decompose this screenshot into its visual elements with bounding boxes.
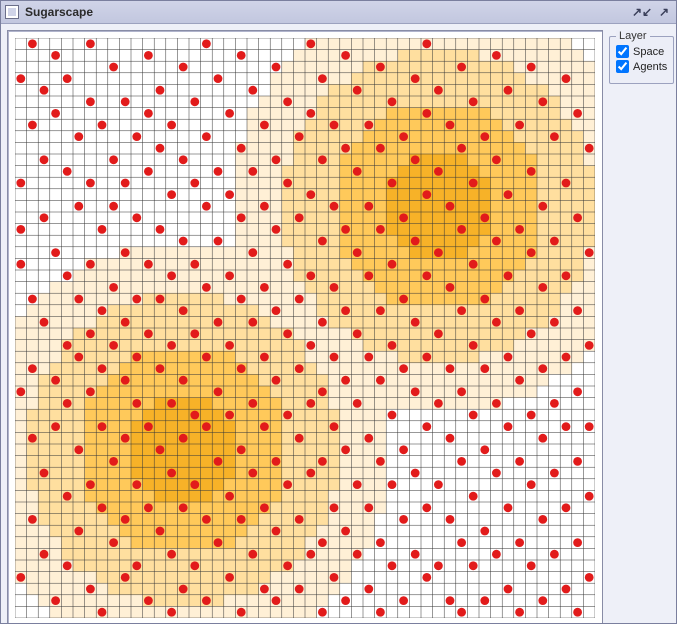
simulation-canvas-pane[interactable] [7, 30, 603, 623]
app-icon [5, 5, 19, 19]
side-panel: Layer Space Agents [609, 30, 674, 617]
window-controls: ↗↙ ↗ [634, 5, 672, 19]
titlebar[interactable]: Sugarscape ↗↙ ↗ [1, 1, 676, 24]
layer-space-row[interactable]: Space [616, 45, 667, 58]
layer-agents-row[interactable]: Agents [616, 60, 667, 73]
sugarscape-grid [15, 38, 595, 618]
layer-agents-checkbox[interactable] [616, 60, 629, 73]
maximize-icon[interactable]: ↗ [656, 5, 672, 19]
content-area: Layer Space Agents [1, 24, 676, 623]
sugarscape-window: Sugarscape ↗↙ ↗ Layer Space Agents [0, 0, 677, 624]
layer-space-label: Space [633, 46, 664, 58]
layer-legend: Layer [616, 30, 650, 42]
layer-agents-label: Agents [633, 61, 667, 73]
restore-icon[interactable]: ↗↙ [634, 5, 650, 19]
layer-group: Layer Space Agents [609, 36, 674, 84]
window-title: Sugarscape [25, 5, 634, 19]
layer-space-checkbox[interactable] [616, 45, 629, 58]
